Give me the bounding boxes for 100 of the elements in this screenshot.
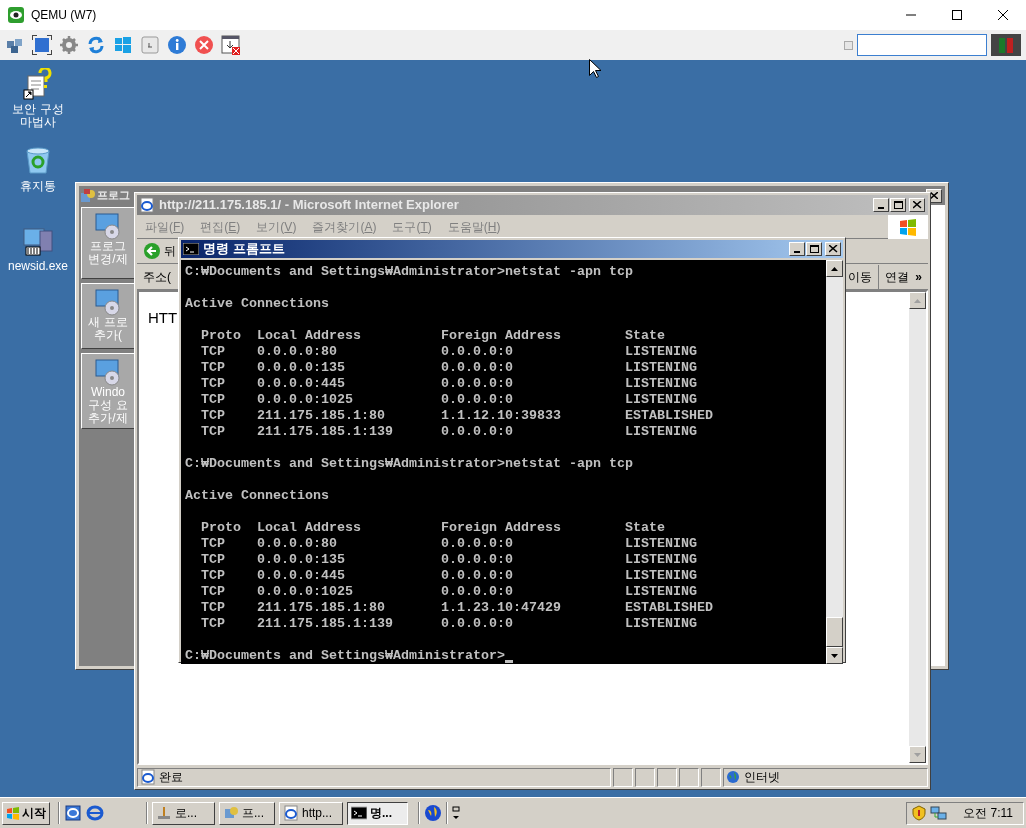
fullscreen-icon[interactable]	[32, 35, 52, 55]
download-window-icon[interactable]	[221, 35, 241, 55]
taskbar-button[interactable]: 명...	[347, 801, 408, 825]
console-icon	[351, 805, 367, 821]
input-field[interactable]	[857, 34, 987, 56]
scroll-up-button[interactable]	[909, 292, 926, 309]
window-title: http://211.175.185.1/ - Microsoft Internet Explorer	[159, 196, 459, 215]
back-button[interactable]: 뒤	[141, 242, 178, 260]
maximize-button[interactable]	[890, 198, 906, 212]
table-cell-text: 0.0.0.0:445	[257, 568, 346, 584]
menu-item[interactable]: 도움말(H)	[443, 217, 505, 236]
settings-icon[interactable]	[59, 35, 79, 55]
table-cell-text: 0.0.0.0:80	[257, 344, 338, 360]
start-button[interactable]: 시작	[2, 801, 50, 825]
column-header: Local Address	[257, 520, 362, 536]
desktop-icon-label[interactable]: 보안 구성 마법사	[0, 103, 76, 129]
table-cell-text: TCP	[201, 392, 226, 408]
table-cell-text: ESTABLISHED	[625, 600, 714, 616]
back-arrow-icon	[143, 242, 161, 260]
menu-item[interactable]: 보기(V)	[252, 217, 301, 236]
app-icon	[8, 7, 24, 23]
desktop-icon-label[interactable]: 휴지통	[0, 180, 76, 193]
close-button[interactable]	[909, 198, 925, 212]
table-cell-text: 0.0.0.0:0	[441, 616, 514, 632]
console-prompt: C:₩Documents and Settings₩Administrator>	[185, 264, 505, 280]
window-title: 명령 프롬프트	[203, 240, 285, 259]
shield-icon[interactable]	[911, 805, 928, 821]
desktop-icon-label[interactable]: newsid.exe	[0, 260, 76, 273]
desktop-shortcut-icon[interactable]	[64, 804, 82, 822]
column-header: Foreign Address	[441, 520, 562, 536]
scroll-down-button[interactable]	[826, 647, 843, 664]
taskbar-button[interactable]: http...	[279, 801, 343, 825]
minimize-button[interactable]	[789, 242, 805, 256]
console-heading: Active Connections	[185, 296, 329, 312]
maximize-button[interactable]	[806, 242, 822, 256]
close-icon	[828, 245, 838, 253]
desktop-icon[interactable]	[22, 68, 54, 100]
globe-icon[interactable]	[424, 804, 442, 822]
table-cell-text: TCP	[201, 536, 226, 552]
desktop-icon[interactable]	[22, 225, 54, 257]
toolbar-menu-icon[interactable]	[452, 806, 460, 820]
scroll-down-button[interactable]	[909, 746, 926, 763]
scroll-thumb[interactable]	[826, 617, 843, 647]
network-icon	[156, 805, 172, 821]
close-circle-icon[interactable]	[194, 35, 214, 55]
more-links-button[interactable]: »	[915, 267, 922, 286]
table-cell-text: ESTABLISHED	[625, 408, 714, 424]
menu-item[interactable]: 파일(F)	[141, 217, 189, 236]
table-cell-text: LISTENING	[625, 616, 698, 632]
network-computers-icon[interactable]	[930, 805, 949, 821]
address-label: 주소(	[142, 268, 171, 286]
table-cell-text: 211.175.185.1:80	[257, 600, 386, 616]
taskbar-button[interactable]: 프...	[219, 801, 275, 825]
column-header: State	[625, 520, 666, 536]
mouse-pointer-icon	[589, 59, 601, 78]
table-cell-text: TCP	[201, 616, 226, 632]
scroll-up-button[interactable]	[826, 260, 843, 277]
console-heading: Active Connections	[185, 488, 329, 504]
table-cell-text: 211.175.185.1:139	[257, 424, 394, 440]
table-cell-text: 0.0.0.0:0	[441, 424, 514, 440]
table-cell-text: 0.0.0.0:0	[441, 392, 514, 408]
column-header: Proto	[201, 520, 242, 536]
close-button[interactable]	[825, 242, 841, 256]
table-cell-text: TCP	[201, 584, 226, 600]
close-icon	[930, 192, 938, 199]
refresh-icon[interactable]	[86, 35, 106, 55]
programs-icon	[223, 805, 239, 821]
table-cell-text: TCP	[201, 552, 226, 568]
close-icon	[998, 10, 1008, 20]
menu-item[interactable]: 편집(E)	[196, 217, 245, 236]
status-pane	[701, 767, 721, 787]
table-cell-text: 1.1.23.10:47429	[441, 600, 562, 616]
menu-item[interactable]: 도구(T)	[388, 217, 436, 236]
table-cell-text: 1.1.12.10:39833	[441, 408, 562, 424]
column-header: Proto	[201, 328, 242, 344]
status-pane	[679, 767, 699, 787]
table-cell-text: LISTENING	[625, 424, 698, 440]
browser-icon[interactable]	[86, 804, 104, 822]
minimize-button[interactable]	[873, 198, 889, 212]
table-cell-text: LISTENING	[625, 376, 698, 392]
table-cell-text: 0.0.0.0:0	[441, 536, 514, 552]
column-header: Local Address	[257, 328, 362, 344]
windows-flag-icon	[6, 806, 20, 820]
table-cell-text: TCP	[201, 408, 226, 424]
table-cell-text: 0.0.0.0:0	[441, 568, 514, 584]
table-cell-text: TCP	[201, 344, 226, 360]
taskbar-button[interactable]: 로...	[152, 801, 215, 825]
table-cell-text: LISTENING	[625, 552, 698, 568]
color-bars-icon[interactable]	[991, 34, 1021, 56]
info-icon[interactable]	[167, 35, 187, 55]
clock-text: 오전 7:11	[963, 805, 1013, 822]
windows-logo-icon[interactable]	[113, 35, 133, 55]
status-text: 완료	[159, 769, 183, 786]
browser-icon	[283, 805, 299, 821]
arrow-up-icon	[914, 298, 921, 303]
table-cell-text: 0.0.0.0:445	[257, 376, 346, 392]
table-cell-text: TCP	[201, 424, 226, 440]
menu-item[interactable]: 즐겨찾기(A)	[308, 217, 381, 236]
links-label[interactable]: 연결	[885, 267, 910, 286]
zone-text: 인터넷	[744, 769, 780, 786]
